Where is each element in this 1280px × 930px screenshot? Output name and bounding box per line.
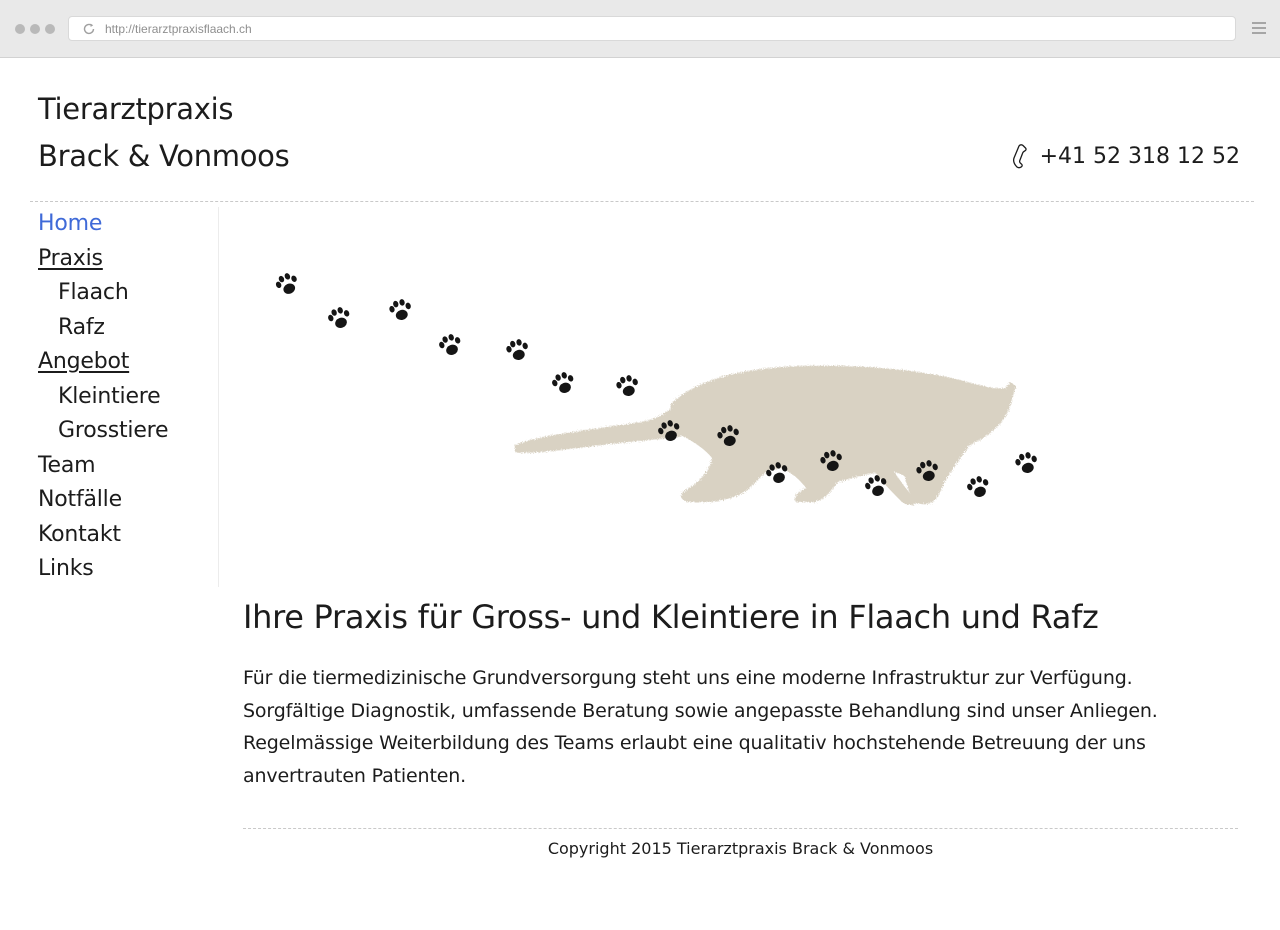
header-divider: [30, 201, 1254, 202]
paw-print: [325, 304, 354, 332]
minimize-dot[interactable]: [30, 24, 40, 34]
paw-print: [273, 270, 302, 298]
hero-cat-illustration: [273, 270, 1040, 505]
reload-icon[interactable]: [82, 22, 96, 36]
nav-item-angebot[interactable]: Angebot: [38, 345, 218, 380]
intro-line: anvertrauten Patienten.: [243, 764, 467, 787]
nav-item-praxis[interactable]: Praxis: [38, 242, 218, 277]
window-controls[interactable]: [15, 24, 55, 34]
url-text[interactable]: http://tierarztpraxisflaach.ch: [105, 22, 252, 36]
site-title[interactable]: Tierarztpraxis Brack & Vonmoos: [38, 86, 290, 180]
paw-print: [436, 331, 465, 359]
maximize-dot[interactable]: [45, 24, 55, 34]
copyright-text: Copyright 2015 Tierarztpraxis Brack & Vo…: [547, 839, 934, 858]
phone-number: +41 52 318 12 52: [1039, 143, 1240, 169]
nav-item-kontakt[interactable]: Kontakt: [38, 518, 218, 553]
intro-line: Für die tiermedizinische Grundversorgung…: [243, 667, 1133, 689]
paw-print: [1013, 450, 1040, 476]
nav-item-home[interactable]: Home: [38, 207, 218, 242]
paw-print: [387, 297, 414, 323]
nav-item-links[interactable]: Links: [38, 552, 218, 587]
sidebar-nav: Home Praxis Flaach Rafz Angebot Kleintie…: [38, 207, 219, 587]
paw-print: [504, 337, 531, 363]
close-dot[interactable]: [15, 24, 25, 34]
hamburger-menu-icon[interactable]: [1252, 22, 1266, 36]
paw-print: [549, 369, 578, 397]
footer-divider: [243, 828, 1238, 829]
phone-contact[interactable]: +41 52 318 12 52: [1010, 143, 1240, 169]
nav-item-rafz[interactable]: Rafz: [38, 311, 218, 346]
browser-toolbar: http://tierarztpraxisflaach.ch: [0, 0, 1280, 58]
intro-line: Regelmässige Weiterbildung des Teams erl…: [243, 732, 1146, 754]
intro-line: Sorgfältige Diagnostik, umfassende Berat…: [243, 699, 1158, 722]
paw-print: [964, 473, 993, 501]
site-title-line2: Brack & Vonmoos: [38, 139, 290, 173]
nav-item-flaach[interactable]: Flaach: [38, 276, 218, 311]
nav-item-team[interactable]: Team: [38, 449, 218, 484]
cat-silhouette: [515, 365, 1016, 505]
nav-item-kleintiere[interactable]: Kleintiere: [38, 380, 218, 415]
nav-item-grosstiere[interactable]: Grosstiere: [38, 414, 218, 449]
site-title-line1: Tierarztpraxis: [38, 92, 234, 126]
nav-item-notfaelle[interactable]: Notfälle: [38, 483, 218, 518]
page-headline: Ihre Praxis für Gross- und Kleintiere in…: [243, 598, 1099, 636]
intro-paragraph: Für die tiermedizinische Grundversorgung…: [243, 662, 1203, 792]
paw-print: [614, 373, 641, 399]
address-bar[interactable]: http://tierarztpraxisflaach.ch: [68, 16, 1236, 41]
phone-icon: [1012, 144, 1027, 169]
